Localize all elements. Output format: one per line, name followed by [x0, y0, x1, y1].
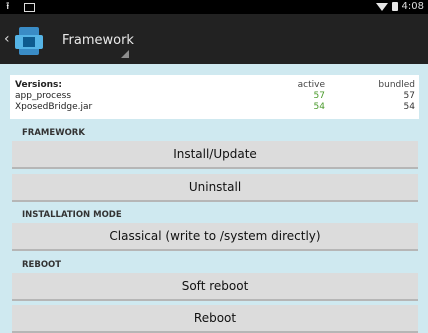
version-row: app_process 57 57	[15, 91, 415, 102]
soft-reboot-button[interactable]: Soft reboot	[12, 273, 418, 301]
bundled-column-header: bundled	[378, 80, 415, 90]
app-icon-part	[23, 37, 35, 47]
status-right-icons: 4:08	[375, 1, 424, 12]
reboot-button[interactable]: Reboot	[12, 305, 418, 333]
upload-icon: ⭱	[6, 0, 10, 12]
battery-icon	[391, 2, 398, 11]
versions-label: Versions:	[15, 80, 63, 90]
back-icon[interactable]: ‹	[4, 32, 10, 46]
dropdown-indicator-icon[interactable]	[121, 50, 129, 58]
version-active: 57	[313, 91, 325, 101]
active-column-header: active	[297, 80, 325, 90]
page-title[interactable]: Framework	[62, 33, 134, 48]
section-reboot: REBOOT	[22, 260, 62, 270]
install-update-button[interactable]: Install/Update	[12, 141, 418, 169]
action-bar: ‹ Framework	[0, 14, 428, 64]
version-name: app_process	[15, 91, 72, 101]
version-row: XposedBridge.jar 54 54	[15, 102, 415, 113]
image-icon	[24, 3, 35, 12]
status-bar: ⭱ 4:08	[0, 0, 428, 14]
uninstall-button[interactable]: Uninstall	[12, 174, 418, 202]
version-active: 54	[313, 102, 325, 112]
app-icon[interactable]	[15, 27, 43, 55]
section-installation-mode: INSTALLATION MODE	[22, 210, 122, 220]
versions-card: Versions: active bundled app_process 57 …	[10, 75, 419, 119]
wifi-icon	[375, 2, 388, 11]
screen: ⭱ 4:08 ‹ Framework Versions: active bund…	[0, 0, 428, 333]
installation-mode-button[interactable]: Classical (write to /system directly)	[12, 223, 418, 251]
version-name: XposedBridge.jar	[15, 102, 93, 112]
status-left-icons: ⭱	[6, 1, 35, 12]
version-bundled: 54	[403, 102, 415, 112]
version-bundled: 57	[403, 91, 415, 101]
status-time: 4:08	[401, 1, 424, 12]
versions-header: Versions: active bundled	[15, 80, 415, 91]
section-framework: FRAMEWORK	[22, 128, 85, 138]
